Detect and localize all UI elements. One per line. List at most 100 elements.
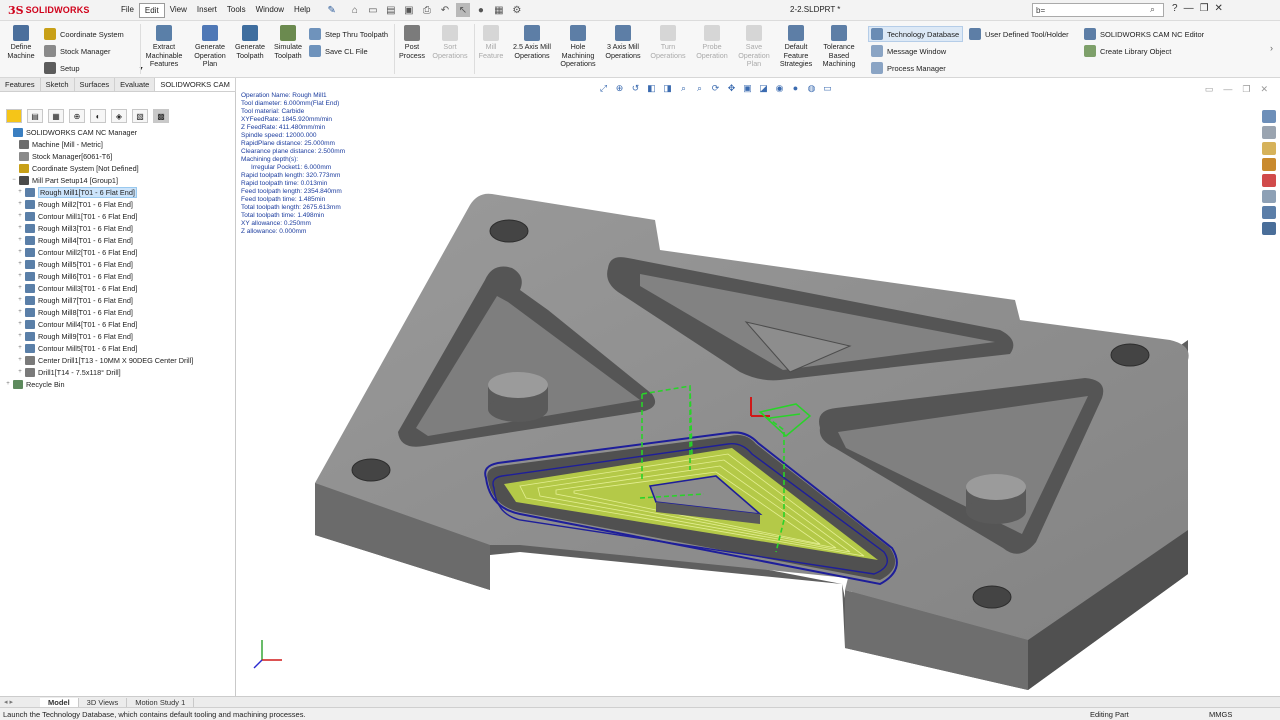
search-icon[interactable]: ⌕ [1150,4,1155,15]
technology-database-button[interactable]: Technology Database [868,26,964,42]
tree-item[interactable]: + Contour Mill5[T01 - 6 Flat End] [0,342,236,354]
close-icon[interactable]: ✕ [1215,3,1223,14]
appearances-icon[interactable] [1262,174,1276,187]
tab-motion-study[interactable]: Motion Study 1 [127,697,195,707]
menu-tools[interactable]: Tools [222,3,251,18]
tree-item[interactable]: + Contour Mill3[T01 - 6 Flat End] [0,282,236,294]
tab-features[interactable]: Features [0,78,41,91]
expand-toggle-icon[interactable]: + [16,261,24,267]
tree-item[interactable]: SOLIDWORKS CAM NC Manager [0,126,236,138]
display-manager-icon[interactable]: ◐ [90,109,106,123]
create-library-object-button[interactable]: Create Library Object [1084,45,1171,57]
expand-toggle-icon[interactable]: − [10,177,18,183]
tab-solidworks-cam[interactable]: SOLIDWORKS CAM [155,78,236,91]
new-document-icon[interactable]: ▭ [366,3,380,17]
menu-file[interactable]: File [116,3,139,18]
generate-toolpath-button[interactable]: Generate Toolpath [232,25,268,60]
stock-manager-button[interactable]: Stock Manager [44,45,110,57]
define-machine-button[interactable]: Define Machine [4,25,38,60]
menu-insert[interactable]: Insert [192,3,222,18]
expand-toggle-icon[interactable]: + [16,297,24,303]
undo-icon[interactable]: ↶ [438,3,452,17]
tree-item[interactable]: + Rough Mill5[T01 - 6 Flat End] [0,258,236,270]
cam-help-icon[interactable] [1262,206,1276,219]
viewport-restore-icon[interactable]: ❐ [1242,84,1250,95]
expand-toggle-icon[interactable]: + [16,273,24,279]
menu-help[interactable]: Help [289,3,315,18]
tree-item[interactable]: + Recycle Bin [0,378,236,390]
restore-icon[interactable]: ❐ [1200,3,1209,14]
section-view-icon[interactable]: ◧ [645,82,658,94]
extract-features-button[interactable]: Extract Machinable Features [143,25,185,69]
tree-item[interactable]: + Rough Mill7[T01 - 6 Flat End] [0,294,236,306]
process-manager-button[interactable]: Process Manager [871,62,946,74]
help-icon[interactable]: ? [1172,3,1178,14]
rotate-icon[interactable]: ⟳ [709,82,722,94]
probe-operation-button[interactable]: Probe Operation [692,25,732,60]
tree-item[interactable]: + Center Drill1[T13 - 10MM X 90DEG Center… [0,354,236,366]
zoom-out-icon[interactable]: ⌕ [693,82,706,94]
save-icon[interactable]: ▣ [402,3,416,17]
tab-scroll-arrows[interactable]: ◂ ▸ [0,698,40,706]
tree-item[interactable]: Coordinate System [Not Defined] [0,162,236,174]
user-defined-tool-button[interactable]: User Defined Tool/Holder [969,28,1069,40]
mill-feature-button[interactable]: Mill Feature [476,25,506,60]
expand-toggle-icon[interactable]: + [16,321,24,327]
default-feature-strategies-button[interactable]: Default Feature Strategies [776,25,816,69]
hide-show-items-icon[interactable]: ◉ [773,82,786,94]
expand-toggle-icon[interactable]: + [16,249,24,255]
setup-button[interactable]: Setup ▾ [44,62,143,74]
menu-window[interactable]: Window [251,3,289,18]
tree-item[interactable]: + Contour Mill2[T01 - 6 Flat End] [0,246,236,258]
expand-toggle-icon[interactable]: + [16,333,24,339]
display-style-icon[interactable]: ◪ [757,82,770,94]
expand-toggle-icon[interactable]: + [16,189,24,195]
custom-properties-icon[interactable] [1262,190,1276,203]
hole-machining-operations-button[interactable]: Hole Machining Operations [557,25,599,69]
options-gear-icon[interactable]: ⚙ [510,3,524,17]
pin-icon[interactable]: ✎ [328,5,336,16]
expand-toggle-icon[interactable]: + [4,381,12,387]
print-icon[interactable]: ⎙ [420,3,434,17]
sort-operations-button[interactable]: Sort Operations [430,25,470,60]
coordinate-system-button[interactable]: Coordinate System [44,28,124,40]
home-icon[interactable]: ⌂ [348,3,362,17]
zoom-in-icon[interactable]: ⌕ [677,82,690,94]
nc-editor-button[interactable]: SOLIDWORKS CAM NC Editor [1084,28,1204,40]
previous-view-icon[interactable]: ↺ [629,82,642,94]
tolerance-based-machining-button[interactable]: Tolerance Based Machining [819,25,859,69]
tree-item[interactable]: + Rough Mill8[T01 - 6 Flat End] [0,306,236,318]
zoom-to-fit-icon[interactable]: ⤢ [597,82,610,94]
tree-item[interactable]: + Rough Mill6[T01 - 6 Flat End] [0,270,236,282]
tree-item[interactable]: Stock Manager[6061-T6] [0,150,236,162]
menu-view[interactable]: View [165,3,192,18]
traffic-light-icon[interactable]: ● [474,3,488,17]
expand-toggle-icon[interactable]: + [16,201,24,207]
search-input[interactable]: b= ⌕ [1032,3,1164,17]
open-folder-icon[interactable]: ▤ [384,3,398,17]
file-explorer-icon[interactable] [1262,142,1276,155]
tree-item[interactable]: + Rough Mill1[T01 - 6 Flat End] [0,186,236,198]
ribbon-expand-icon[interactable]: › [1270,43,1273,53]
viewport-tile-icon[interactable]: ▭ [1205,84,1214,95]
view-settings-icon[interactable]: ▭ [821,82,834,94]
units-selector[interactable]: MMGS [1209,710,1232,719]
tab-sketch[interactable]: Sketch [41,78,75,91]
viewport-close-icon[interactable]: ✕ [1260,84,1268,95]
tree-item[interactable]: + Drill1[T14 - 7.5x118° Drill] [0,366,236,378]
tab-model[interactable]: Model [40,697,79,707]
expand-toggle-icon[interactable]: + [16,285,24,291]
view-palette-icon[interactable] [1262,158,1276,171]
tab-evaluate[interactable]: Evaluate [115,78,156,91]
message-window-button[interactable]: Message Window [871,45,946,57]
tree-item[interactable]: + Contour Mill1[T01 - 6 Flat End] [0,210,236,222]
tab-surfaces[interactable]: Surfaces [75,78,116,91]
tree-item[interactable]: Machine [Mill - Metric] [0,138,236,150]
post-process-button[interactable]: Post Process [396,25,428,60]
graphics-area[interactable] [237,78,1280,696]
2-5-axis-mill-operations-button[interactable]: 2.5 Axis Mill Operations [510,25,554,60]
pan-icon[interactable]: ✥ [725,82,738,94]
tree-item[interactable]: + Rough Mill9[T01 - 6 Flat End] [0,330,236,342]
tab-3d-views[interactable]: 3D Views [79,697,128,707]
part-model-view[interactable] [237,78,1280,696]
